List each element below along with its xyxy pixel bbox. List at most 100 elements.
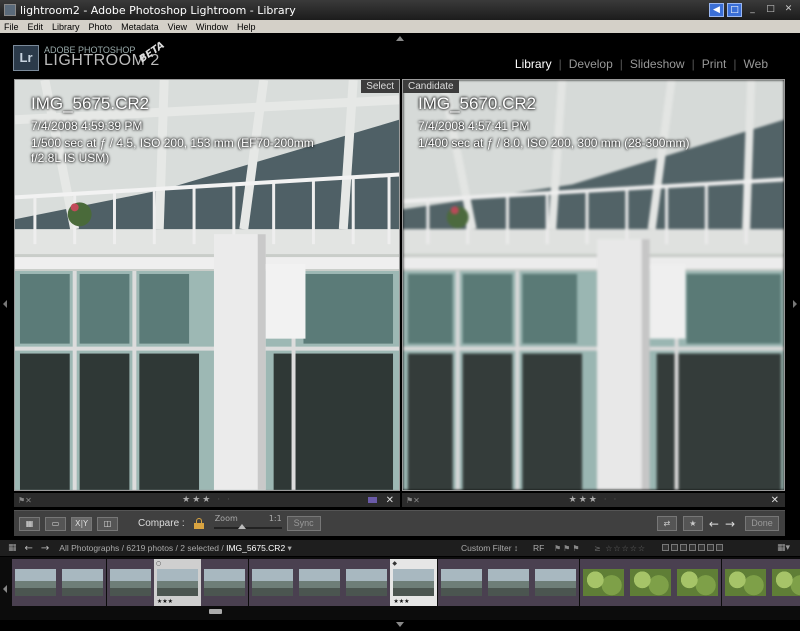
- window-close-button[interactable]: ✕: [781, 3, 796, 17]
- candidate-tag: Candidate: [403, 80, 459, 93]
- menu-view[interactable]: View: [168, 22, 187, 32]
- zoom-slider[interactable]: Zoom 1:1: [212, 513, 282, 535]
- right-panel-toggle-icon[interactable]: [793, 300, 797, 308]
- thumbnail-image: [393, 569, 435, 596]
- grid-view-icon[interactable]: ▦: [19, 516, 40, 531]
- module-web[interactable]: Web: [737, 57, 775, 71]
- menu-metadata[interactable]: Metadata: [121, 22, 159, 32]
- thumbnail-image: [156, 569, 198, 596]
- thumbnail-image: [109, 569, 151, 596]
- maximize-icon[interactable]: □: [727, 3, 742, 17]
- candidate-rating-strip: ⚑✕ ★★★ · · ✕: [402, 493, 785, 507]
- filmstrip-thumbnail[interactable]: ○ ★★★: [153, 559, 201, 606]
- survey-view-icon[interactable]: ◫: [97, 516, 118, 531]
- candidate-photo-info: IMG_5670.CR2 7/4/2008 4:57:41 PM 1/400 s…: [418, 94, 718, 151]
- loupe-view-icon[interactable]: ▭: [45, 516, 66, 531]
- filmstrip-thumbnail[interactable]: [343, 559, 391, 606]
- source-breadcrumb[interactable]: All Photographs / 6219 photos / 2 select…: [59, 543, 292, 554]
- filmstrip-thumbnail[interactable]: [437, 559, 485, 606]
- candidate-flag-icon[interactable]: ⚑✕: [406, 496, 420, 505]
- previous-arrow-icon[interactable]: ←: [709, 517, 719, 531]
- thumbnail-marker: ○: [155, 560, 162, 567]
- menu-photo[interactable]: Photo: [89, 22, 113, 32]
- filmstrip-thumbnail[interactable]: [674, 559, 722, 606]
- select-close-icon[interactable]: ✕: [386, 495, 394, 506]
- forward-arrow-icon[interactable]: →: [41, 543, 49, 554]
- window-restore-button[interactable]: □: [763, 3, 778, 17]
- compare-view-icon[interactable]: X|Y: [71, 516, 92, 531]
- menu-window[interactable]: Window: [196, 22, 228, 32]
- swap-icon[interactable]: ⇄: [656, 516, 677, 531]
- menu-bar: File Edit Library Photo Metadata View Wi…: [0, 20, 800, 33]
- module-picker: Library | Develop | Slideshow | Print | Web: [508, 57, 775, 71]
- second-window-icon[interactable]: ▦: [8, 543, 17, 553]
- back-arrow-icon[interactable]: ←: [25, 543, 33, 554]
- module-slideshow[interactable]: Slideshow: [623, 57, 692, 71]
- zoom-value: 1:1: [268, 513, 282, 523]
- candidate-photo-view[interactable]: Candidate IMG_5670.CR2 7/4/2008 4:57:41 …: [402, 79, 785, 491]
- minimize-icon[interactable]: ◀: [709, 3, 724, 17]
- done-button[interactable]: Done: [745, 516, 779, 531]
- lightroom-logo: Lr: [13, 45, 39, 71]
- filmstrip-thumbnail[interactable]: ◆ ★★★: [390, 559, 438, 606]
- filmstrip-thumbnail[interactable]: [485, 559, 532, 606]
- sync-button[interactable]: Sync: [286, 516, 321, 531]
- menu-library[interactable]: Library: [52, 22, 80, 32]
- filmstrip-thumbnail[interactable]: [295, 559, 343, 606]
- app-icon: [4, 4, 16, 16]
- thumbnail-image: [440, 569, 482, 596]
- select-rating-strip: ⚑✕ ★★★ · · ✕: [14, 493, 400, 507]
- color-filter[interactable]: [662, 544, 723, 551]
- filmstrip-left-toggle-icon[interactable]: [3, 585, 7, 593]
- menu-file[interactable]: File: [4, 22, 19, 32]
- select-star-rating[interactable]: ★★★ · ·: [182, 495, 232, 505]
- menu-help[interactable]: Help: [237, 22, 256, 32]
- thumbnail-image: [15, 569, 56, 596]
- filmstrip-thumbnail[interactable]: [721, 559, 769, 606]
- filmstrip-scrollbar[interactable]: [209, 609, 222, 614]
- current-filename: IMG_5675.CR2: [226, 542, 286, 553]
- filmstrip-thumbnail[interactable]: [106, 559, 154, 606]
- module-library[interactable]: Library: [508, 57, 559, 71]
- filter-dropdown[interactable]: Custom Filter ↕: [461, 543, 518, 553]
- thumbnail-stars: ★★★: [156, 598, 174, 605]
- thumbnail-image: [629, 569, 671, 596]
- filmstrip-thumbnail[interactable]: [59, 559, 107, 606]
- window-title: lightroom2 - Adobe Photoshop Lightroom -…: [20, 3, 296, 17]
- module-develop[interactable]: Develop: [562, 57, 620, 71]
- select-flag-icon[interactable]: ⚑✕: [18, 496, 32, 505]
- lock-icon[interactable]: [193, 518, 204, 529]
- select-stars-filled: ★★★: [182, 495, 213, 505]
- menu-edit[interactable]: Edit: [28, 22, 44, 32]
- candidate-close-icon[interactable]: ✕: [771, 495, 779, 506]
- star-filter[interactable]: ≥ ☆☆☆☆☆: [594, 544, 646, 553]
- module-print[interactable]: Print: [695, 57, 734, 71]
- make-select-icon[interactable]: ★: [682, 516, 703, 531]
- flag-filter-icons[interactable]: ⚑⚑⚑: [554, 544, 582, 553]
- next-arrow-icon[interactable]: →: [725, 517, 735, 531]
- filmstrip-thumbnail[interactable]: [626, 559, 674, 606]
- filmstrip-thumbnail[interactable]: [579, 559, 627, 606]
- window-minimize-button[interactable]: _: [745, 3, 760, 17]
- candidate-star-rating[interactable]: ★★★ · ·: [569, 495, 619, 505]
- filmstrip-thumbnail[interactable]: [768, 559, 800, 606]
- filmstrip-thumbnail[interactable]: [201, 559, 249, 606]
- filter-toggle-icon[interactable]: ▦▾: [777, 543, 790, 553]
- zoom-track[interactable]: [213, 526, 282, 529]
- filmstrip-thumbnail[interactable]: [12, 559, 59, 606]
- select-color-label[interactable]: [368, 497, 377, 503]
- library-toolbar: ▦ ▭ X|Y ◫ Compare : Zoom 1:1 Sync ⇄ ★ ← …: [14, 510, 785, 536]
- source-path: All Photographs / 6219 photos / 2 select…: [59, 542, 227, 553]
- filmstrip-thumbnail[interactable]: [532, 559, 580, 606]
- left-panel-toggle-icon[interactable]: [3, 300, 7, 308]
- thumbnail-stars: ★★★: [393, 598, 410, 605]
- bottom-panel-toggle-icon[interactable]: [396, 622, 404, 627]
- thumbnail-image: [62, 569, 104, 596]
- zoom-thumb[interactable]: [237, 523, 246, 529]
- window-titlebar: lightroom2 - Adobe Photoshop Lightroom -…: [0, 0, 800, 20]
- thumbnail-image: [346, 569, 388, 596]
- select-photo-view[interactable]: Select IMG_5675.CR2 7/4/2008 4:59:39 PM …: [14, 79, 400, 491]
- rf-label: RF: [533, 543, 545, 553]
- top-panel-toggle-icon[interactable]: [396, 36, 404, 41]
- filmstrip-thumbnail[interactable]: [248, 559, 296, 606]
